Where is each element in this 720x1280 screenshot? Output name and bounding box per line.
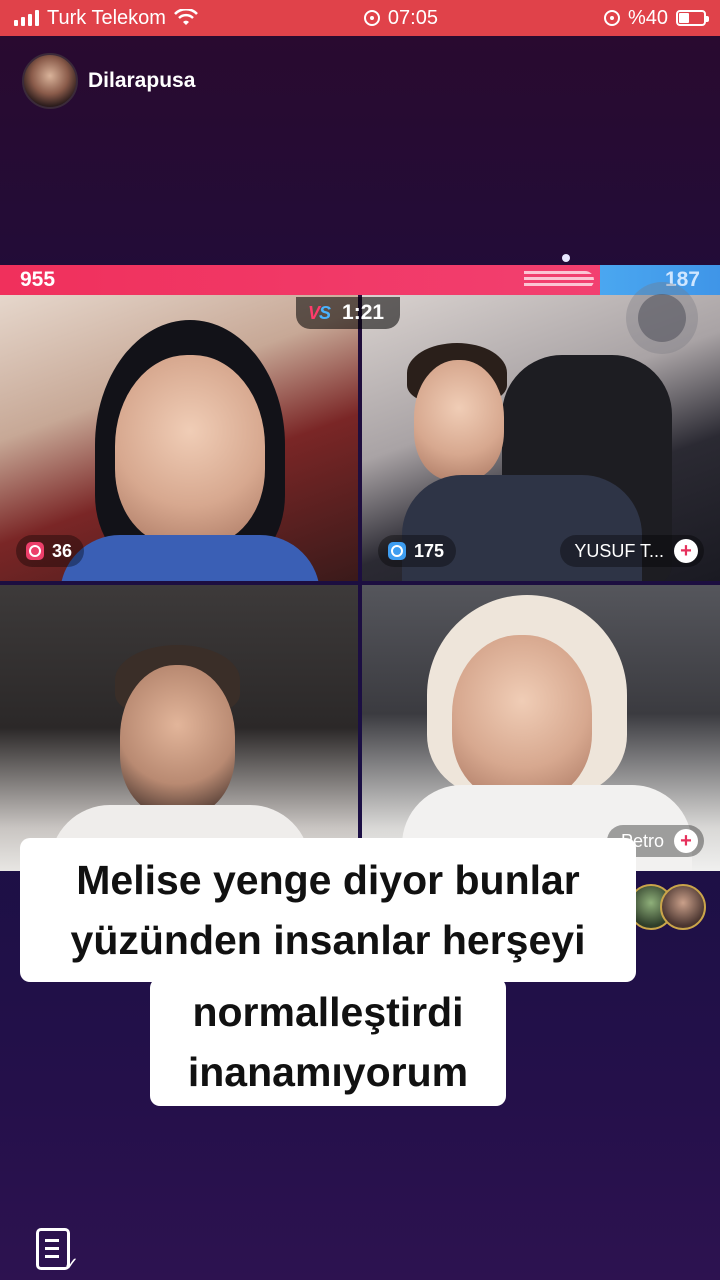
face	[115, 355, 265, 545]
viewer-avatars[interactable]	[628, 884, 706, 930]
status-left: Turk Telekom	[14, 7, 198, 30]
score-badge: 175	[378, 535, 457, 567]
status-time: 07:05	[387, 6, 438, 29]
caption-box-bottom: normalleştirdi inanamıyorum	[150, 978, 506, 1106]
caption-line: Melise yenge diyor bunlar	[76, 857, 580, 903]
score-icon	[388, 542, 406, 560]
avatar[interactable]	[22, 53, 78, 109]
video-tile-4[interactable]: Petro +	[362, 585, 720, 871]
orientation-lock-icon	[603, 10, 620, 26]
battle-score-bar: 955 187	[0, 265, 720, 295]
caption-line: normalleştirdi	[192, 989, 464, 1035]
document-check-icon[interactable]	[36, 1228, 79, 1275]
carrier-name: Turk Telekom	[47, 6, 166, 29]
body	[60, 535, 320, 581]
score-badge: 36	[16, 535, 85, 567]
status-center: 07:05	[363, 6, 438, 30]
tile-score: 36	[52, 540, 73, 561]
signal-icon	[14, 10, 39, 26]
face	[414, 360, 504, 480]
progress-dot	[562, 254, 570, 262]
score-icon	[26, 542, 44, 560]
face	[452, 635, 592, 800]
left-team-bar: 955	[0, 265, 600, 295]
video-tile-3[interactable]	[0, 585, 358, 871]
status-bar: Turk Telekom 07:05 %40	[0, 0, 720, 36]
battery-icon	[676, 10, 709, 26]
timer-value: 1:21	[342, 301, 385, 324]
status-right: %40	[603, 6, 709, 30]
guest-name-pill[interactable]: YUSUF T... +	[560, 535, 704, 567]
caption-line: inanamıyorum	[187, 1049, 469, 1095]
streak-effect	[524, 271, 594, 289]
floating-assistive-button[interactable]	[626, 282, 698, 354]
left-team-score: 955	[20, 268, 56, 291]
screen-record-icon	[363, 10, 380, 26]
face	[120, 665, 235, 815]
battery-percent: %40	[627, 6, 668, 29]
follow-plus-icon[interactable]: +	[674, 539, 698, 563]
video-tile-1[interactable]: 36	[0, 295, 358, 581]
wifi-icon	[174, 9, 198, 25]
battle-timer: VS 1:21	[296, 297, 401, 329]
caption-line: yüzünden insanlar herşeyi	[70, 917, 586, 963]
host-profile[interactable]: Dilarapusa	[22, 52, 213, 110]
host-name: Dilarapusa	[88, 69, 196, 92]
viewer-avatar[interactable]	[660, 884, 706, 930]
follow-plus-icon[interactable]: +	[674, 829, 698, 853]
vs-icon: VS	[308, 302, 331, 323]
video-grid: 36 175 YUSUF T... + Petro +	[0, 295, 720, 871]
caption-box-top: Melise yenge diyor bunlar yüzünden insan…	[20, 838, 636, 982]
tile-score: 175	[414, 540, 445, 561]
guest-name: YUSUF T...	[574, 540, 664, 561]
